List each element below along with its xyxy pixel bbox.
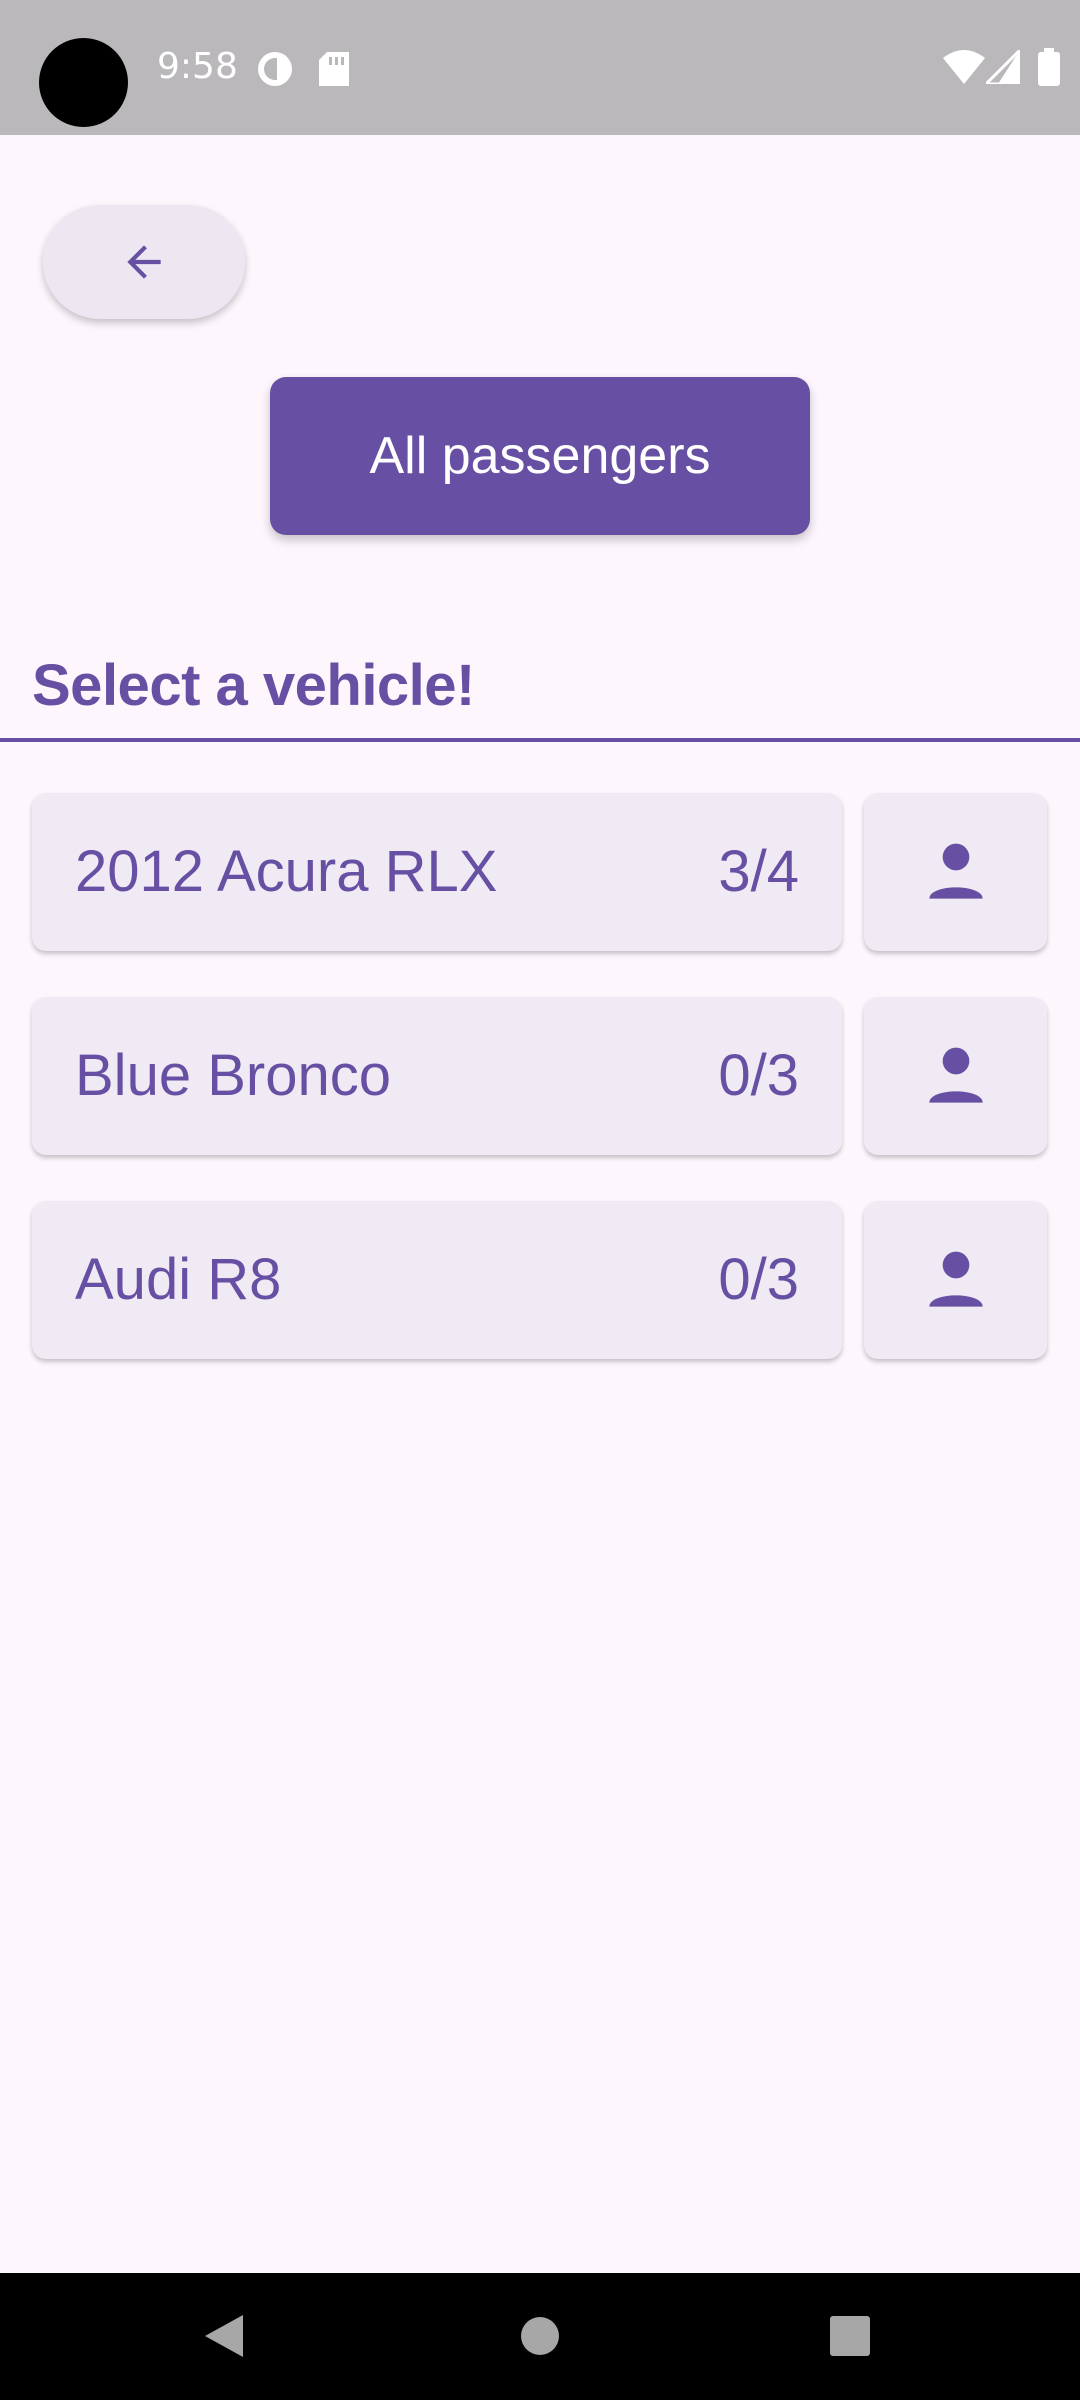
vehicle-name: Audi R8 <box>75 1247 282 1312</box>
person-icon <box>928 1251 983 1307</box>
person-icon <box>928 843 983 899</box>
passengers-button-blue-bronco[interactable] <box>864 997 1047 1155</box>
sd-card-icon <box>319 52 349 86</box>
sync-status-icon <box>258 52 292 86</box>
nav-recents-icon[interactable] <box>830 2316 870 2356</box>
vehicle-name: Blue Bronco <box>75 1043 391 1108</box>
passengers-button-audi-r8[interactable] <box>864 1201 1047 1359</box>
vehicle-name: 2012 Acura RLX <box>75 839 498 904</box>
nav-back-icon[interactable] <box>203 2313 245 2359</box>
wifi-icon <box>943 50 985 84</box>
section-title: Select a vehicle! <box>32 653 475 718</box>
vehicle-card-audi-r8[interactable]: Audi R8 0/3 <box>32 1201 842 1359</box>
vehicle-occupancy: 3/4 <box>718 839 799 904</box>
passengers-button-acura-rlx[interactable] <box>864 793 1047 951</box>
vehicle-card-blue-bronco[interactable]: Blue Bronco 0/3 <box>32 997 842 1155</box>
arrow-back-icon <box>127 245 161 279</box>
status-time: 9:58 <box>157 46 238 87</box>
camera-cutout <box>39 38 128 127</box>
navigation-bar <box>0 2273 1080 2400</box>
all-passengers-button[interactable]: All passengers <box>270 377 810 535</box>
nav-home-icon[interactable] <box>520 2316 560 2356</box>
vehicle-occupancy: 0/3 <box>718 1247 799 1312</box>
section-divider <box>0 738 1080 742</box>
battery-icon <box>1038 48 1060 86</box>
vehicle-occupancy: 0/3 <box>718 1043 799 1108</box>
status-bar: 9:58 <box>0 0 1080 135</box>
vehicle-card-acura-rlx[interactable]: 2012 Acura RLX 3/4 <box>32 793 842 951</box>
cellular-signal-icon <box>986 50 1020 84</box>
person-icon <box>928 1047 983 1103</box>
back-button[interactable] <box>43 205 245 319</box>
